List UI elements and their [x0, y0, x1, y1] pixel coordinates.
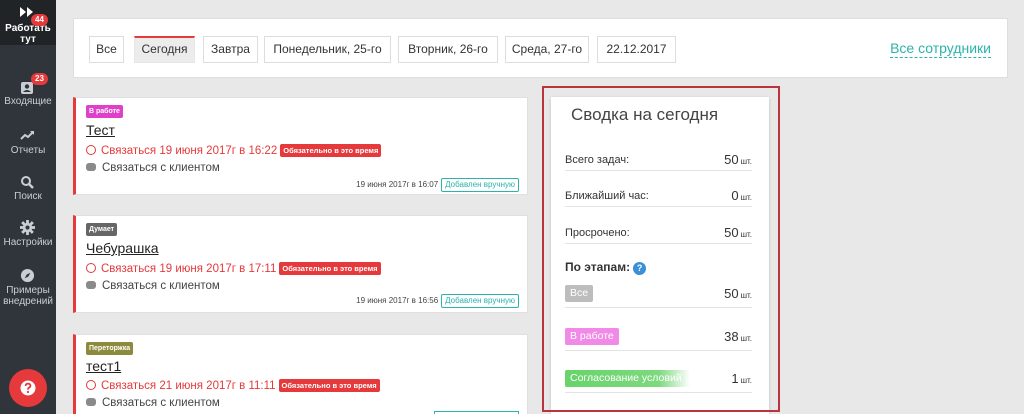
- created-time: 19 июня 2017г в 16:56: [356, 296, 439, 305]
- sidebar: Работать тут 44 Входящие 23 Отчеты Поиск…: [0, 0, 56, 414]
- status-tag: Переторжка: [86, 342, 134, 355]
- search-icon: [21, 176, 34, 189]
- comment-icon: [86, 281, 96, 289]
- contact-time: Связаться 21 июня 2017г в 11:11 Обязатель…: [86, 379, 380, 392]
- status-tag: В работе: [86, 105, 123, 118]
- task-action-text: Связаться с клиентом: [102, 280, 220, 292]
- gear-icon: [20, 220, 35, 235]
- trend-up-icon: [20, 131, 34, 140]
- date-filter-bar: Все Сегодня Завтра Понедельник, 25-го Вт…: [73, 18, 1008, 78]
- filter-wednesday-button[interactable]: Среда, 27-го: [505, 36, 589, 63]
- sidebar-item-label: Настройки: [3, 237, 53, 248]
- task-action-text: Связаться с клиентом: [102, 397, 220, 409]
- sidebar-item-inbox[interactable]: Входящие 23: [0, 73, 56, 110]
- contact-time: Связаться 19 июня 2017г в 16:22 Обязатель…: [86, 144, 382, 157]
- sidebar-item-label: Поиск: [14, 191, 42, 202]
- required-time-badge: Обязательно в это время: [278, 379, 380, 392]
- created-time: 19 июня 2017г в 16:07: [356, 180, 439, 189]
- task-card[interactable]: В работе Тест Связаться 19 июня 2017г в …: [73, 97, 528, 195]
- clock-icon: [86, 380, 96, 390]
- clock-icon: [86, 145, 96, 155]
- contact-time-text: Связаться 19 июня 2017г в 17:11: [101, 263, 277, 275]
- notification-badge: 44: [31, 14, 48, 26]
- task-action-text: Связаться с клиентом: [102, 162, 220, 174]
- task-meta: 19 июня 2017г в 16:56 Добавлен вручную: [356, 294, 519, 308]
- all-staff-link[interactable]: Все сотрудники: [890, 39, 991, 58]
- contact-time-text: Связаться 21 июня 2017г в 11:11: [101, 380, 276, 392]
- task-title[interactable]: Чебурашка: [86, 240, 159, 256]
- sidebar-item-settings[interactable]: Настройки: [0, 219, 56, 249]
- sidebar-item-label: Входящие: [4, 96, 52, 107]
- sidebar-item-reports[interactable]: Отчеты: [0, 127, 56, 157]
- clock-icon: [86, 263, 96, 273]
- sidebar-item-label: Примеры внедрений: [3, 285, 53, 307]
- help-button[interactable]: [9, 369, 47, 407]
- sidebar-item-search[interactable]: Поиск: [0, 173, 56, 203]
- comment-icon: [86, 163, 96, 171]
- contact-time-text: Связаться 19 июня 2017г в 16:22: [101, 145, 278, 157]
- task-title[interactable]: тест1: [86, 358, 121, 374]
- task-action: Связаться с клиентом: [86, 280, 220, 292]
- filter-date-button[interactable]: 22.12.2017: [597, 36, 676, 63]
- sidebar-item-examples[interactable]: Примеры внедрений: [0, 267, 56, 311]
- compass-icon: [20, 268, 35, 283]
- required-time-badge: Обязательно в это время: [279, 262, 381, 275]
- task-meta: 19 июня 2017г в 16:07 Добавлен вручную: [356, 178, 519, 192]
- question-icon: [20, 380, 36, 396]
- contact-time: Связаться 19 июня 2017г в 17:11 Обязатель…: [86, 262, 381, 275]
- filter-monday-button[interactable]: Понедельник, 25-го: [264, 36, 391, 63]
- task-action: Связаться с клиентом: [86, 162, 220, 174]
- added-manually-badge: Добавлен вручную: [441, 178, 519, 192]
- sidebar-item-label: Работать тут: [5, 23, 51, 45]
- task-title[interactable]: Тест: [86, 122, 115, 138]
- task-card[interactable]: Переторжка тест1 Связаться 21 июня 2017г…: [73, 334, 528, 414]
- task-action: Связаться с клиентом: [86, 397, 220, 409]
- required-time-badge: Обязательно в это время: [280, 144, 382, 157]
- task-card[interactable]: Думает Чебурашка Связаться 19 июня 2017г…: [73, 215, 528, 313]
- notification-badge: 23: [31, 73, 48, 85]
- status-tag: Думает: [86, 223, 118, 236]
- filter-all-button[interactable]: Все: [89, 36, 124, 63]
- filter-tomorrow-button[interactable]: Завтра: [203, 36, 258, 63]
- summary-highlight-frame: [542, 86, 780, 412]
- sidebar-item-label: Отчеты: [10, 145, 46, 156]
- sidebar-item-work-here[interactable]: Работать тут 44: [0, 0, 56, 45]
- comment-icon: [86, 398, 96, 406]
- added-manually-badge: Добавлен вручную: [441, 294, 519, 308]
- filter-tuesday-button[interactable]: Вторник, 26-го: [398, 36, 498, 63]
- filter-today-button[interactable]: Сегодня: [134, 36, 195, 63]
